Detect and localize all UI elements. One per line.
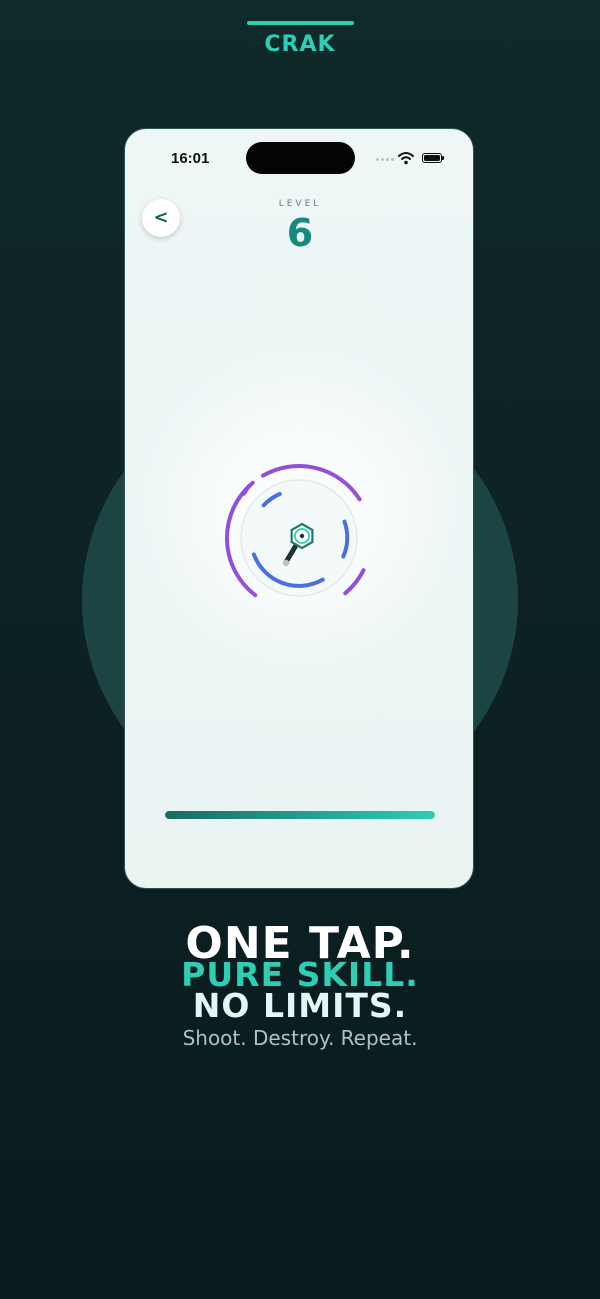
headline-line-3: NO LIMITS. — [192, 986, 408, 1025]
game-board[interactable] — [125, 129, 474, 889]
level-progress-bar — [165, 811, 435, 819]
brand-name: CRAK — [264, 32, 336, 57]
brand-accent-bar — [247, 21, 354, 25]
tagline: Shoot. Destroy. Repeat. — [182, 1026, 418, 1050]
phone-mockup: 16:01 < LEVEL 6 — [124, 128, 474, 889]
level-progress-fill — [165, 811, 435, 819]
